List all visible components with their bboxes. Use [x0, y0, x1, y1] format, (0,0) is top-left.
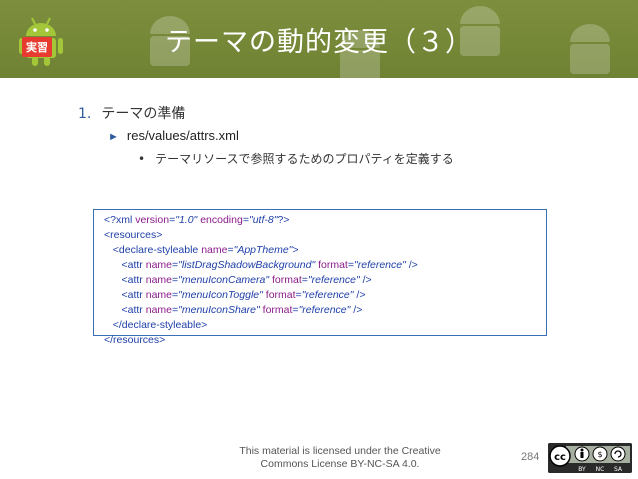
code-line: <resources>: [104, 228, 536, 243]
code-token-attr: format: [271, 274, 302, 286]
code-token-val: "reference": [307, 274, 360, 286]
page-number: 284: [521, 451, 540, 463]
list-item-text: テーマリソースで参照するためのプロパティを定義する: [155, 152, 454, 166]
code-token-val: "listDragShadowBackground": [178, 259, 316, 271]
triangle-bullet-icon: ►: [108, 131, 119, 143]
code-token-attr: name: [145, 274, 172, 286]
code-line: <declare-styleable name="AppTheme">: [104, 243, 536, 258]
list-number: 1.: [78, 106, 92, 122]
list-item-text: res/values/attrs.xml: [126, 128, 239, 143]
code-token-val: "utf-8": [248, 214, 278, 226]
code-token-tag: <attr: [104, 259, 146, 271]
code-token-tag: />: [405, 259, 418, 271]
code-token-tag: />: [353, 289, 366, 301]
code-token-attr: name: [145, 259, 172, 271]
code-token-tag: </declare-styleable>: [104, 319, 208, 331]
code-token-val: "menuIconToggle": [178, 289, 263, 301]
list-item-level1: 1. テーマの準備: [78, 103, 185, 123]
code-token-tag: <declare-styleable: [104, 244, 202, 256]
svg-text:$: $: [597, 450, 602, 459]
code-line: <attr name="menuIconShare" format="refer…: [104, 303, 536, 318]
code-token-tag: ?>: [277, 214, 290, 226]
code-token-tag: <resources>: [104, 229, 163, 241]
code-token-attr: name: [201, 244, 228, 256]
cc-by-label: BY: [578, 466, 586, 473]
license-line: This material is licensed under the Crea…: [239, 445, 441, 457]
code-token-attr: encoding: [200, 214, 243, 226]
code-token-val: "1.0": [175, 214, 198, 226]
license-notice: This material is licensed under the Crea…: [220, 445, 460, 471]
code-token-tag: </resources>: [104, 334, 166, 346]
code-line: <attr name="menuIconToggle" format="refe…: [104, 288, 536, 303]
code-token-tag: <?xml: [104, 214, 136, 226]
svg-text:cc: cc: [554, 452, 566, 463]
code-token-attr: format: [318, 259, 348, 271]
code-token-tag: <attr: [104, 289, 146, 301]
list-item-text: テーマの準備: [101, 106, 186, 122]
code-token-val: "reference": [301, 289, 354, 301]
code-block: <?xml version="1.0" encoding="utf-8"?> <r…: [93, 209, 547, 346]
dot-bullet-icon: •: [138, 152, 146, 166]
code-token-val: "menuIconCamera": [178, 274, 270, 286]
license-line: Commons License BY-NC-SA 4.0.: [260, 458, 420, 470]
code-token-attr: name: [145, 289, 172, 301]
code-token-tag: >: [292, 244, 299, 256]
code-token-attr: version: [135, 214, 170, 226]
cc-sa-label: SA: [614, 466, 623, 473]
code-token-attr: format: [265, 289, 296, 301]
slide-title: テーマの動的変更（３）: [165, 27, 473, 58]
code-line: <attr name="listDragShadowBackground" fo…: [104, 258, 536, 273]
list-item-level3: • テーマリソースで参照するためのプロパティを定義する: [138, 150, 454, 167]
slide-header: 実習 テーマの動的変更（３）: [0, 0, 638, 78]
code-token-val: "AppTheme": [233, 244, 293, 256]
code-token-val: "reference": [354, 259, 406, 271]
code-line: <?xml version="1.0" encoding="utf-8"?>: [104, 213, 536, 228]
code-line: </declare-styleable>: [104, 318, 536, 333]
code-token-tag: <attr: [104, 274, 146, 286]
code-token-val: "menuIconShare": [178, 304, 260, 316]
code-token-tag: />: [350, 304, 363, 316]
list-item-level2: ► res/values/attrs.xml: [108, 128, 239, 143]
code-token-tag: />: [359, 274, 372, 286]
cc-license-badge-icon[interactable]: cc $ BY NC SA: [548, 443, 632, 473]
cc-nc-label: NC: [596, 466, 605, 473]
code-token-attr: format: [262, 304, 293, 316]
code-line: <attr name="menuIconCamera" format="refe…: [104, 273, 536, 288]
code-token-tag: <attr: [104, 304, 146, 316]
code-token-attr: name: [145, 304, 172, 316]
code-line: </resources>: [104, 333, 536, 348]
code-token-val: "reference": [298, 304, 351, 316]
